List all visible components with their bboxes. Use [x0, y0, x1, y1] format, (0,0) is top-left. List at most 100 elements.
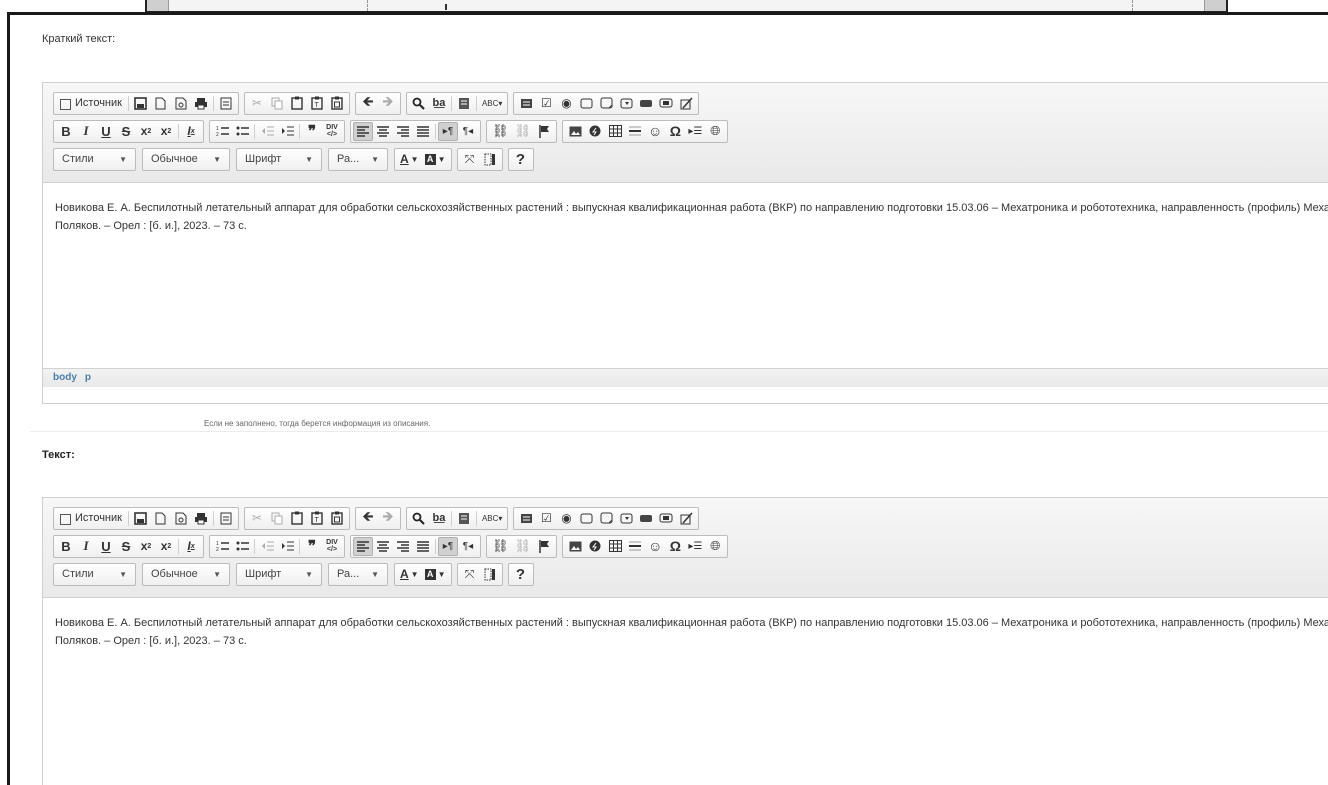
textarea-icon[interactable]	[596, 94, 616, 113]
source-button[interactable]: Источник	[56, 94, 126, 113]
unlink-icon[interactable]: ⛓	[512, 122, 535, 141]
replace-icon[interactable]: b͟a	[429, 509, 449, 528]
styles-dropdown[interactable]: Стили ▼	[53, 147, 136, 171]
save-icon[interactable]	[131, 509, 151, 528]
text-color-icon[interactable]: A ▼	[397, 565, 422, 584]
text-editor[interactable]: Источник ✂ T 🡸 🡺 b͟a ABC▾ ☑ ◉ B I U S x …	[42, 497, 1328, 785]
page-break-icon[interactable]: ▸☰	[685, 537, 705, 556]
bg-color-icon[interactable]: A ▼	[422, 150, 449, 169]
align-left-icon[interactable]	[353, 536, 373, 556]
editor-content-area[interactable]: Новикова Е. А. Беспилотный летательный а…	[43, 598, 1328, 783]
smiley-icon[interactable]: ☺	[645, 122, 665, 141]
indent-icon[interactable]	[277, 537, 297, 556]
size-dropdown[interactable]: Ра... ▼	[328, 147, 388, 171]
help-button[interactable]: ?	[511, 565, 531, 584]
source-button[interactable]: Источник	[56, 509, 126, 528]
unlink-icon[interactable]: ⛓	[512, 537, 535, 556]
remove-format-icon[interactable]: Ix	[181, 537, 201, 556]
table-icon[interactable]	[605, 537, 625, 556]
styles-dropdown[interactable]: Стили ▼	[53, 562, 136, 586]
maximize-icon[interactable]: ⤧	[460, 565, 480, 584]
scroll-right-button[interactable]	[1204, 0, 1226, 11]
subscript-icon[interactable]: x2	[136, 537, 156, 556]
align-justify-icon[interactable]	[413, 537, 433, 556]
new-page-icon[interactable]	[151, 94, 171, 113]
horizontal-rule-icon[interactable]	[625, 122, 645, 141]
anchor-flag-icon[interactable]	[534, 122, 554, 141]
show-blocks-icon[interactable]	[480, 565, 500, 584]
spellcheck-icon[interactable]: ABC▾	[479, 509, 505, 528]
align-justify-icon[interactable]	[413, 122, 433, 141]
align-right-icon[interactable]	[393, 122, 413, 141]
image-button-icon[interactable]	[656, 94, 676, 113]
radio-icon[interactable]: ◉	[556, 94, 576, 113]
flash-icon[interactable]	[585, 122, 605, 141]
editor-content-area[interactable]: Новикова Е. А. Беспилотный летательный а…	[43, 183, 1328, 368]
paste-word-icon[interactable]	[327, 509, 347, 528]
undo-icon[interactable]: 🡸	[358, 508, 378, 528]
show-blocks-icon[interactable]	[480, 150, 500, 169]
bold-button[interactable]: B	[56, 537, 76, 556]
font-dropdown[interactable]: Шрифт ▼	[236, 562, 322, 586]
rtl-icon[interactable]: ¶◂	[458, 122, 478, 141]
remove-format-icon[interactable]: Ix	[181, 122, 201, 141]
anchor-flag-icon[interactable]	[534, 537, 554, 556]
iframe-icon[interactable]: 🌐︎	[705, 122, 725, 141]
ltr-icon[interactable]: ▸¶	[438, 536, 458, 556]
replace-icon[interactable]: b͟a	[429, 94, 449, 113]
print-icon[interactable]	[191, 509, 211, 528]
paste-icon[interactable]	[287, 94, 307, 113]
smiley-icon[interactable]: ☺	[645, 537, 665, 556]
preview-icon[interactable]	[171, 509, 191, 528]
ltr-icon[interactable]: ▸¶	[438, 121, 458, 141]
help-button[interactable]: ?	[511, 150, 531, 169]
textfield-icon[interactable]	[576, 94, 596, 113]
redo-icon[interactable]: 🡺	[378, 93, 398, 113]
underline-button[interactable]: U	[96, 537, 116, 556]
blockquote-icon[interactable]: ❞	[302, 122, 322, 141]
templates-icon[interactable]	[216, 509, 236, 528]
bold-button[interactable]: B	[56, 122, 76, 141]
new-page-icon[interactable]	[151, 509, 171, 528]
form-icon[interactable]	[516, 94, 536, 113]
superscript-icon[interactable]: x2	[156, 122, 176, 141]
button-icon[interactable]	[636, 94, 656, 113]
form-icon[interactable]	[516, 509, 536, 528]
align-left-icon[interactable]	[353, 121, 373, 141]
special-char-icon[interactable]: Ω	[665, 122, 685, 141]
outdent-icon[interactable]	[257, 537, 277, 556]
link-icon[interactable]: ⛓	[489, 122, 512, 141]
redo-icon[interactable]: 🡺	[378, 508, 398, 528]
page-break-icon[interactable]: ▸☰	[685, 122, 705, 141]
superscript-icon[interactable]: x2	[156, 537, 176, 556]
save-icon[interactable]	[131, 94, 151, 113]
copy-icon[interactable]	[267, 94, 287, 113]
maximize-icon[interactable]: ⤧	[460, 150, 480, 169]
scroll-left-button[interactable]	[147, 0, 169, 11]
path-item-body[interactable]: body	[53, 372, 77, 383]
outdent-icon[interactable]	[257, 122, 277, 141]
link-icon[interactable]: ⛓	[489, 537, 512, 556]
print-icon[interactable]	[191, 94, 211, 113]
path-item-p[interactable]: p	[85, 372, 91, 383]
numbered-list-icon[interactable]: 12	[212, 537, 232, 556]
horizontal-rule-icon[interactable]	[625, 537, 645, 556]
flash-icon[interactable]	[585, 537, 605, 556]
checkbox-icon[interactable]: ☑	[536, 509, 556, 528]
templates-icon[interactable]	[216, 94, 236, 113]
size-dropdown[interactable]: Ра... ▼	[328, 562, 388, 586]
paste-text-icon[interactable]: T	[307, 94, 327, 113]
select-all-icon[interactable]	[454, 509, 474, 528]
paste-word-icon[interactable]	[327, 94, 347, 113]
rtl-icon[interactable]: ¶◂	[458, 537, 478, 556]
iframe-icon[interactable]: 🌐︎	[705, 537, 725, 556]
select-all-icon[interactable]	[454, 94, 474, 113]
format-dropdown[interactable]: Обычное ▼	[142, 562, 230, 586]
undo-icon[interactable]: 🡸	[358, 93, 378, 113]
special-char-icon[interactable]: Ω	[665, 537, 685, 556]
italic-button[interactable]: I	[76, 122, 96, 141]
strike-button[interactable]: S	[116, 537, 136, 556]
preview-icon[interactable]	[171, 94, 191, 113]
textarea-icon[interactable]	[596, 509, 616, 528]
select-icon[interactable]	[616, 94, 636, 113]
